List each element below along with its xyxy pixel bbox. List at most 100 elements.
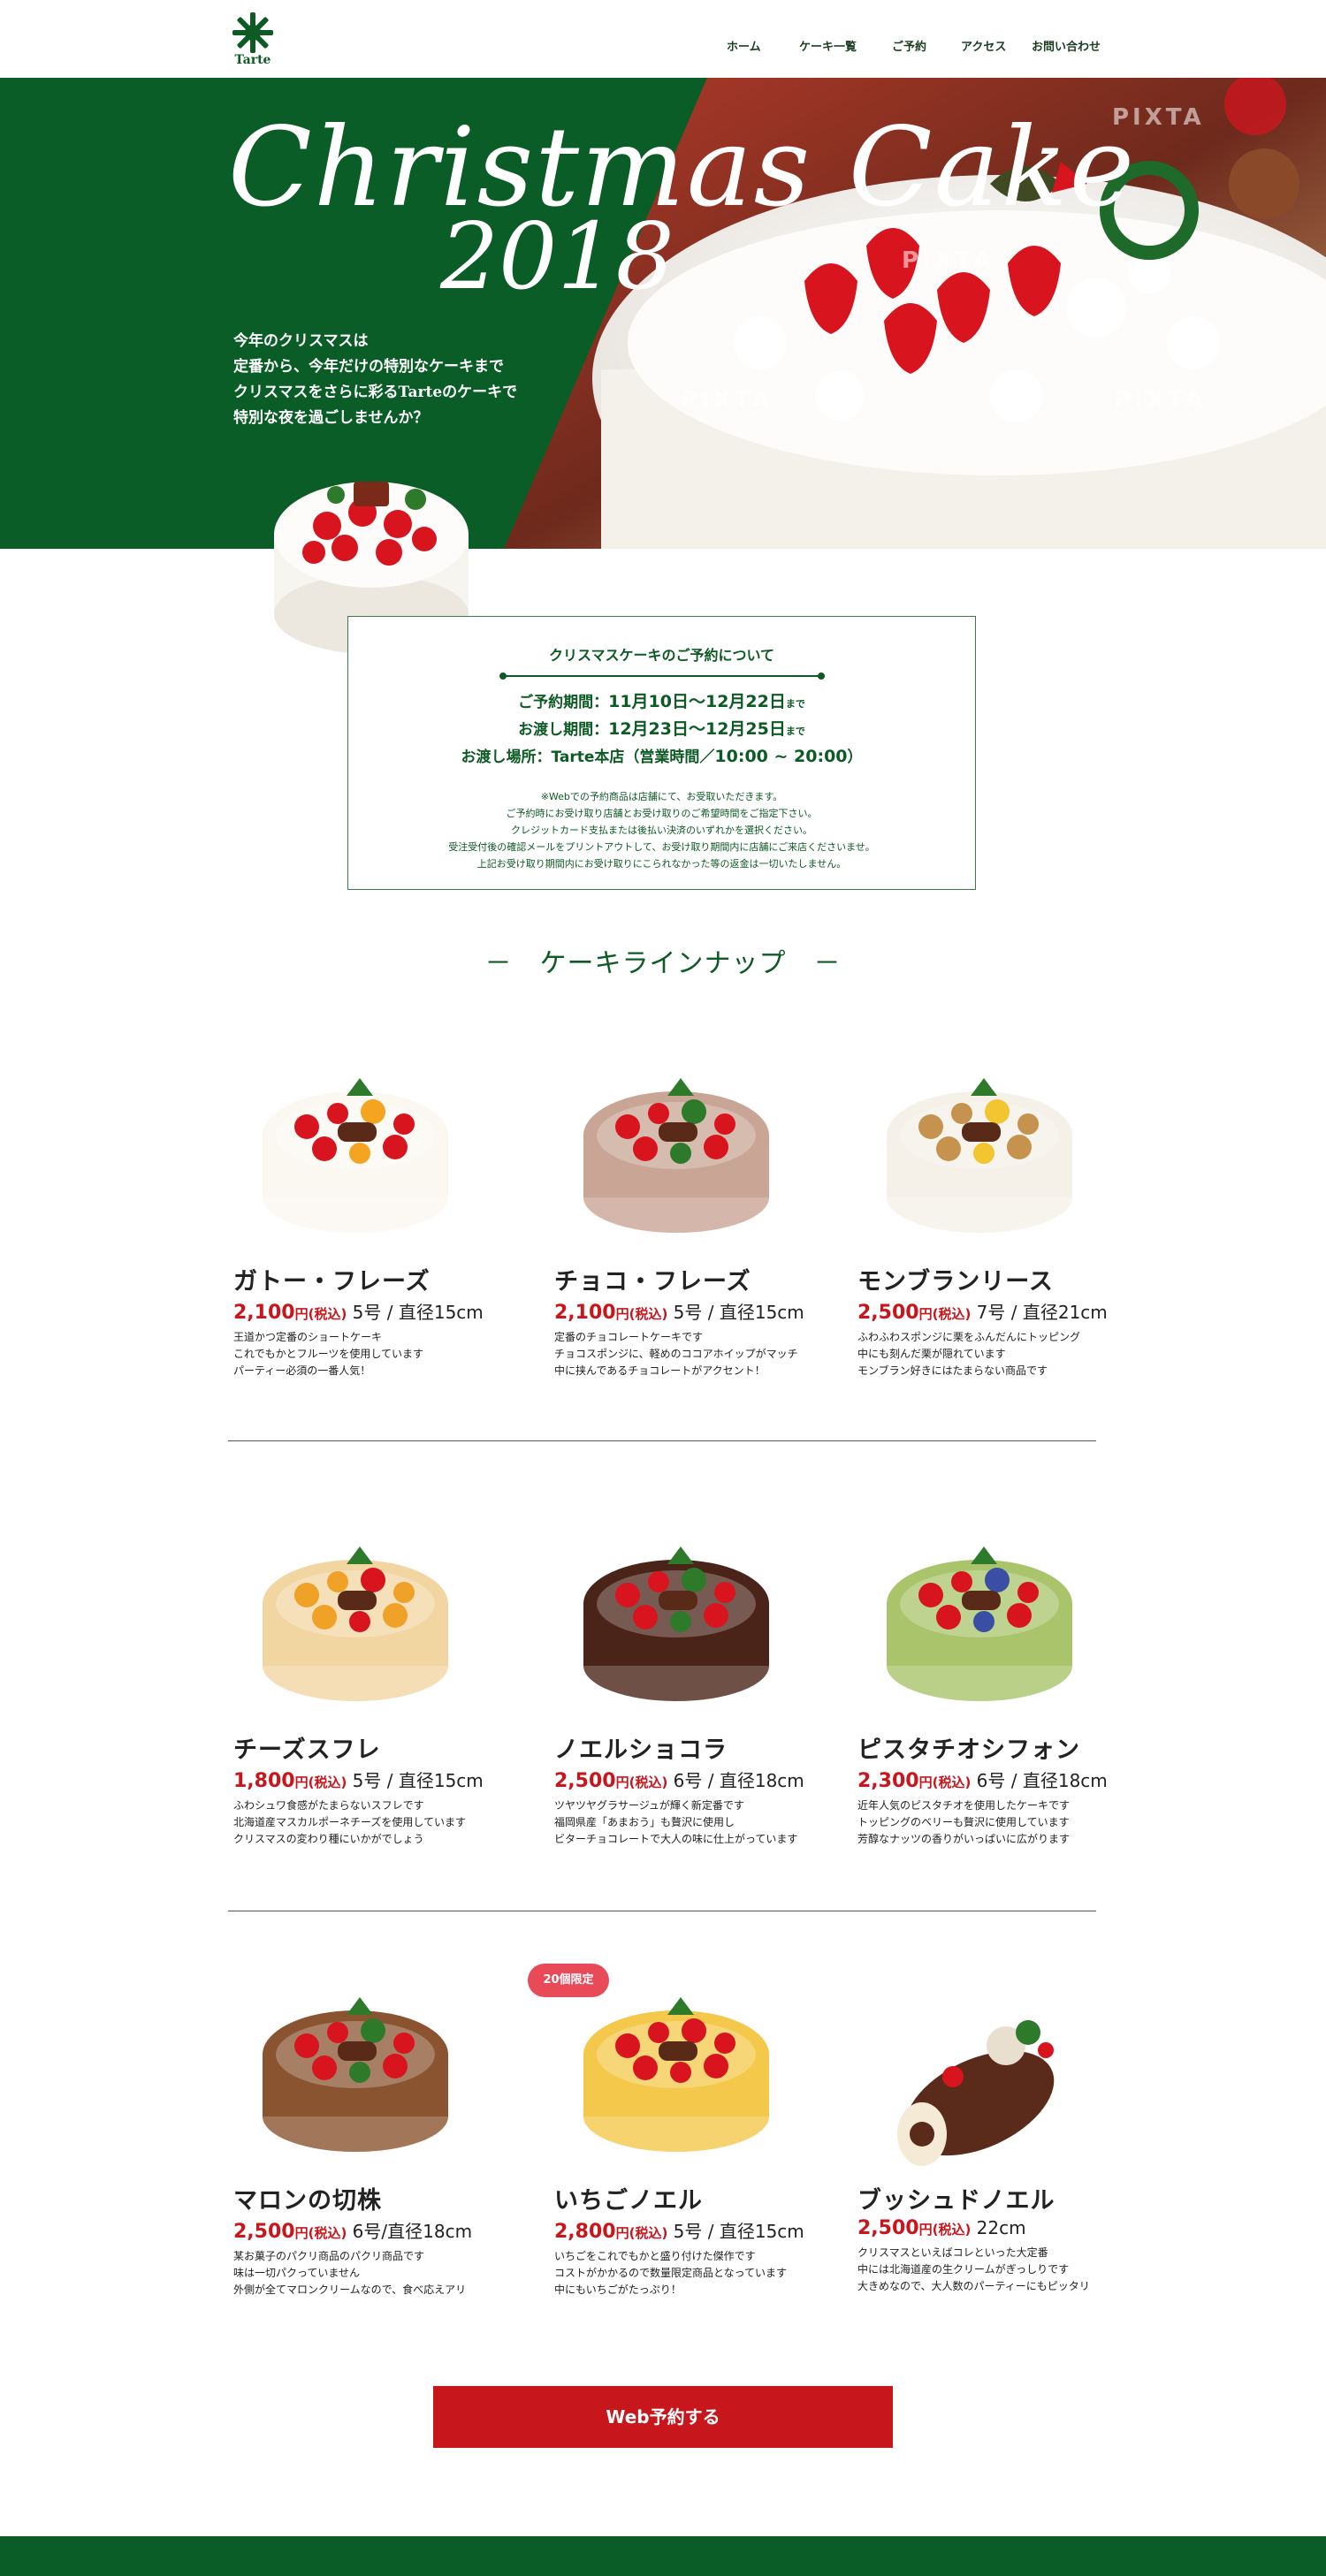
cake-description: ツヤツヤグラサージュが輝く新定番です 福岡県産「あまおう」も贅沢に使用しビターチョ… (554, 1797, 819, 1848)
logo-text: Tarte (234, 53, 271, 67)
note-line: 上記お受け取り期間内にお受け取りにこられなかった等の返金は一切いたしません。 (476, 858, 847, 870)
cake-card[interactable]: チョコ・フレーズ 2,100円(税込) 5号 / 直径15cm 定番のチョコレートケ… (554, 1043, 819, 1379)
cake-card[interactable]: ノエルショコラ 2,500円(税込) 6号 / 直径18cm ツヤツヤグラサージュが… (554, 1511, 819, 1848)
cake-price: 2,300円(税込) 6号 / 直径18cm (857, 1770, 1108, 1792)
hero-lead: 今年のクリスマスは 定番から、今年だけの特別なケーキまで クリスマスをさらに彩る… (233, 329, 605, 431)
cake-image (583, 1546, 769, 1701)
cake-card[interactable]: モンブランリース 2,500円(税込) 7号 / 直径21cm ふわふわスポンジに栗… (857, 1043, 1123, 1379)
cake-description: クリスマスといえばコレといった大定番中には北海道産の生クリームがぎっしりです大き… (857, 2245, 1123, 2295)
row-divider (228, 1440, 1096, 1441)
hero-year: 2018 (440, 202, 674, 310)
description-line: ビターチョコレートで大人の味に仕上がっています (554, 1833, 798, 1845)
reservation-notes: ※Webでの予約商品は店舗にて、お受取いただきます。 ご予約時にお受け取り店舗と… (348, 788, 975, 872)
limited-badge: 20個限定 (528, 1964, 609, 1997)
description-line: ふわふわスポンジに栗をふんだんにトッピング (857, 1331, 1081, 1343)
cake-price: 2,500円(税込) 22cm (857, 2217, 1026, 2239)
hero-title: Christmas Cake (228, 104, 1137, 232)
nav-home[interactable]: ホーム (727, 37, 761, 54)
nav-cake-list[interactable]: ケーキ一覧 (799, 37, 857, 54)
note-line: ご予約時にお受け取り店舗とお受け取りのご希望時間をご指定下さい。 (506, 808, 818, 819)
cake-description: 某お菓子のパクリ商品のパクリ商品です 味は一切パクっていません外側が全てマロンクリ… (233, 2248, 499, 2299)
description-line: 芳醇なナッツの香りがいっぱいに広がります (857, 1833, 1071, 1845)
description-line: これでもかとフルーツを使用しています (233, 1348, 424, 1360)
description-line: 北海道産マスカルポーネチーズを使用しています (233, 1816, 467, 1828)
hero-lead-line: 今年のクリスマスは (233, 332, 369, 350)
description-line: 福岡県産「あまおう」も贅沢に使用し (554, 1816, 735, 1828)
cake-image (887, 1078, 1072, 1233)
cake-card[interactable]: ガトー・フレーズ 2,100円(税込) 5号 / 直径15cm 王道かつ定番のショー… (233, 1043, 499, 1379)
cake-name: ガトー・フレーズ (233, 1268, 431, 1296)
snowflake-logo-icon (232, 12, 273, 53)
note-line: 受注受付後の確認メールをプリントアウトして、お受け取り期間内に店舗にご来店くださ… (448, 841, 875, 853)
note-line: ※Webでの予約商品は店舗にて、お受取いただきます。 (540, 791, 783, 802)
cake-image (263, 1078, 448, 1233)
cake-name: チョコ・フレーズ (554, 1268, 751, 1296)
description-line: 近年人気のピスタチオを使用したケーキです (857, 1799, 1071, 1812)
description-line: クリスマスの変わり種にいかがでしょう (233, 1833, 424, 1845)
cake-name: いちごノエル (554, 2187, 703, 2215)
cake-image (263, 1997, 448, 2152)
web-reserve-button[interactable]: Web予約する (433, 2386, 893, 2448)
description-line: 定番のチョコレートケーキです (554, 1331, 704, 1343)
delivery-period: お渡し期間：12月23日～12月25日まで (518, 719, 805, 739)
description-line: いちごをこれでもかと盛り付けた傑作です (554, 2250, 756, 2262)
description-line: ふわシュワ食感がたまらないスフレです (233, 1799, 424, 1812)
description-line: 中には北海道産の生クリームがぎっしりです (857, 2263, 1070, 2276)
cake-price: 2,500円(税込) 6号/直径18cm (233, 2221, 473, 2243)
cake-image (263, 1546, 448, 1701)
cake-card[interactable]: いちごノエル 2,800円(税込) 5号 / 直径15cm いちごをこれでもかと盛り… (554, 1962, 819, 2299)
cake-price: 2,500円(税込) 6号 / 直径18cm (554, 1770, 804, 1792)
nav-access[interactable]: アクセス (961, 37, 1006, 54)
cake-card[interactable]: ピスタチオシフォン 2,300円(税込) 6号 / 直径18cm 近年人気のピスタチ… (857, 1511, 1123, 1848)
description-line: 外側が全てマロンクリームなので、食べ応えアリ (233, 2283, 467, 2296)
cake-name: ブッシュドノエル (857, 2187, 1055, 2215)
cake-description: ふわシュワ食感がたまらないスフレです北海道産マスカルポーネチーズを使用しています… (233, 1797, 499, 1848)
description-line: モンブラン好きにはたまらない商品です (857, 1364, 1048, 1377)
cake-name: ノエルショコラ (554, 1736, 728, 1764)
footer (0, 2536, 1326, 2576)
logo[interactable]: Tarte (228, 11, 278, 69)
description-line: 大きめなので、大人数のパーティーにもピッタリ (857, 2280, 1090, 2292)
watermark: PIXTA (902, 247, 994, 274)
cake-price: 2,500円(税込) 7号 / 直径21cm (857, 1302, 1108, 1324)
nav-reservation[interactable]: ご予約 (892, 37, 926, 54)
description-line: パーティー必須の一番人気！ (233, 1364, 371, 1377)
hero-lead-line: 定番から、今年だけの特別なケーキまで (233, 358, 504, 376)
cake-image (897, 2020, 1055, 2166)
description-line: 中にもいちごがたっぷり！ (554, 2283, 682, 2296)
cake-description: 王道かつ定番のショートケーキこれでもかとフルーツを使用しています パーティー必須の… (233, 1329, 499, 1379)
cake-price: 2,100円(税込) 5号 / 直径15cm (233, 1302, 484, 1324)
description-line: 中に挟んであるチョコレートがアクセント！ (554, 1364, 766, 1377)
watermark: PIXTA (681, 387, 774, 414)
description-line: 味は一切パクっていません (233, 2267, 361, 2279)
hero-lead-line: 特別な夜を過ごしませんか？ (233, 409, 429, 427)
reservation-period: ご予約期間：11月10日～12月22日まで (518, 692, 805, 711)
description-line: 某お菓子のパクリ商品のパクリ商品です (233, 2250, 425, 2262)
note-line: クレジットカード支払または後払い決済のいずれかを選択ください。 (511, 824, 812, 836)
divider (499, 672, 825, 680)
description-line: ツヤツヤグラサージュが輝く新定番です (554, 1799, 744, 1812)
cake-description: 近年人気のピスタチオを使用したケーキです トッピングのベリーも贅沢に使用しています… (857, 1797, 1123, 1848)
cake-price: 1,800円(税込) 5号 / 直径15cm (233, 1770, 484, 1792)
cake-description: いちごをこれでもかと盛り付けた傑作ですコストがかかるので数量限定商品となっていま… (554, 2248, 819, 2299)
cake-image (887, 1546, 1072, 1701)
description-line: コストがかかるので数量限定商品となっています (554, 2267, 788, 2279)
watermark: PIXTA (1114, 387, 1207, 414)
delivery-place: お渡し場所：Tarte本店（営業時間／10:00 ~ 20:00） (461, 747, 863, 766)
description-line: 王道かつ定番のショートケーキ (233, 1331, 383, 1343)
reservation-info-box: クリスマスケーキのご予約について ご予約期間：11月10日～12月22日まで お… (347, 616, 976, 890)
cake-image (583, 1078, 769, 1233)
description-line: トッピングのベリーも贅沢に使用しています (857, 1816, 1070, 1828)
hero-lead-line: クリスマスをさらに彩るTarteのケーキで (233, 384, 518, 401)
nav-contact[interactable]: お問い合わせ (1032, 37, 1101, 54)
cake-description: 定番のチョコレートケーキです チョコスポンジに、軽めのココアホイップがマッチ 中に挟… (554, 1329, 819, 1379)
cake-card[interactable]: ブッシュドノエル 2,500円(税込) 22cm クリスマスといえばコレといった大定… (857, 1962, 1123, 2295)
description-line: クリスマスといえばコレといった大定番 (857, 2246, 1048, 2259)
cake-card[interactable]: マロンの切株 2,500円(税込) 6号/直径18cm 某お菓子のパクリ商品のパクリ… (233, 1962, 499, 2299)
site-header: Tarte ホーム ケーキ一覧 ご予約 アクセス お問い合わせ (0, 0, 1326, 78)
cake-price: 2,100円(税込) 5号 / 直径15cm (554, 1302, 804, 1324)
cake-name: チーズスフレ (233, 1736, 381, 1764)
lineup-heading: － ケーキラインナップ － (484, 948, 842, 979)
description-line: 中にも刻んだ栗が隠れています (857, 1348, 1006, 1360)
cake-card[interactable]: チーズスフレ 1,800円(税込) 5号 / 直径15cm ふわシュワ食感がたまらな… (233, 1511, 499, 1848)
